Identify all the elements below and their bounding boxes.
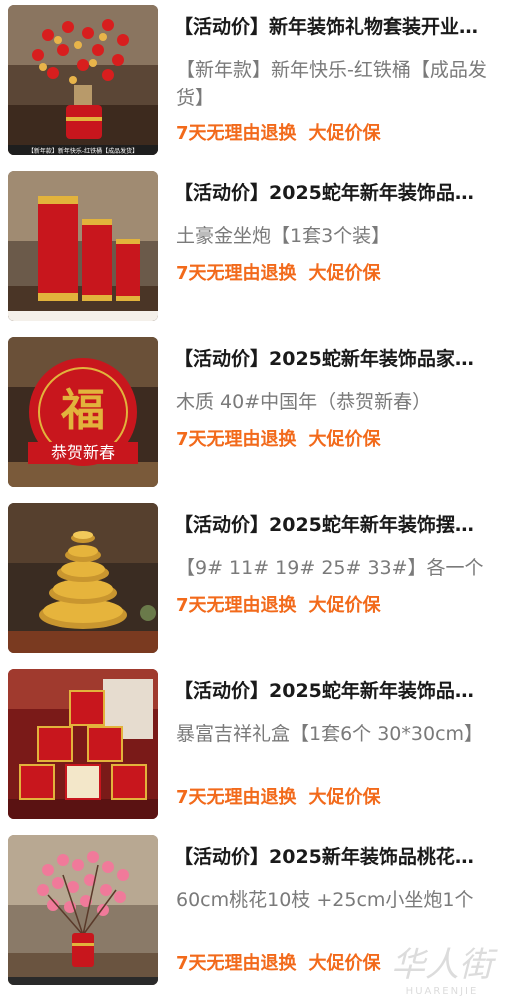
product-image[interactable] [8, 503, 158, 653]
product-title[interactable]: 【活动价】2025蛇新年装饰品家… [174, 346, 508, 372]
product-title[interactable]: 【活动价】2025蛇年新年装饰品… [174, 678, 508, 704]
service-tags: 7天无理由退换 大促价保 [176, 786, 393, 810]
product-spec: 土豪金坐炮【1套3个装】 [176, 225, 391, 247]
return-policy-tag: 7天无理由退换 [176, 595, 297, 616]
service-tags: 7天无理由退换 大促价保 [176, 594, 393, 618]
product-image[interactable] [8, 669, 158, 819]
price-protect-tag: 大促价保 [308, 429, 381, 450]
image-greeting: 恭贺新春 [51, 443, 115, 462]
product-title[interactable]: 【活动价】2025蛇年新年装饰品… [174, 180, 508, 206]
product-image[interactable]: 【新年款】新年快乐-红铁桶【成品发货】 [8, 5, 158, 155]
price-protect-tag: 大促价保 [308, 263, 381, 284]
product-image[interactable]: 福 恭贺新春 [8, 337, 158, 487]
product-card[interactable]: 【新年款】新年快乐-红铁桶【成品发货】 【活动价】新年装饰礼物套装开业… 【新年… [0, 0, 513, 166]
service-tags: 7天无理由退换 大促价保 [176, 122, 393, 146]
product-card[interactable]: 【活动价】2025蛇年新年装饰摆… 【9# 11# 19# 25# 33#】各一… [0, 498, 513, 664]
product-card[interactable]: 【活动价】2025新年装饰品桃花… 60cm桃花10枝 +25cm小坐炮1个 7… [0, 830, 513, 996]
service-tags: 7天无理由退换 大促价保 [176, 428, 393, 452]
image-fu-character: 福 [60, 385, 105, 436]
product-title[interactable]: 【活动价】2025蛇年新年装饰摆… [174, 512, 508, 538]
product-spec: 【新年款】新年快乐-红铁桶【成品发货】 [176, 59, 487, 109]
product-title[interactable]: 【活动价】2025新年装饰品桃花… [174, 844, 508, 870]
service-tags: 7天无理由退换 大促价保 [176, 952, 393, 976]
product-spec: 木质 40#中国年（恭贺新春） [176, 391, 432, 413]
price-protect-tag: 大促价保 [308, 595, 381, 616]
price-protect-tag: 大促价保 [308, 953, 381, 974]
product-list: 【新年款】新年快乐-红铁桶【成品发货】 【活动价】新年装饰礼物套装开业… 【新年… [0, 0, 513, 1000]
price-protect-tag: 大促价保 [308, 123, 381, 144]
product-card[interactable]: 福 恭贺新春 【活动价】2025蛇新年装饰品家… 木质 40#中国年（恭贺新春）… [0, 332, 513, 498]
product-spec: 【9# 11# 19# 25# 33#】各一个 [176, 557, 484, 579]
return-policy-tag: 7天无理由退换 [176, 263, 297, 284]
product-card[interactable]: 【活动价】2025蛇年新年装饰品… 土豪金坐炮【1套3个装】 7天无理由退换 大促… [0, 166, 513, 332]
product-spec: 暴富吉祥礼盒【1套6个 30*30cm】 [176, 723, 484, 745]
product-image[interactable] [8, 171, 158, 321]
product-card[interactable]: 【活动价】2025蛇年新年装饰品… 暴富吉祥礼盒【1套6个 30*30cm】 7… [0, 664, 513, 830]
price-protect-tag: 大促价保 [308, 787, 381, 808]
return-policy-tag: 7天无理由退换 [176, 953, 297, 974]
product-title[interactable]: 【活动价】新年装饰礼物套装开业… [174, 14, 508, 40]
image-caption: 【新年款】新年快乐-红铁桶【成品发货】 [28, 147, 138, 155]
return-policy-tag: 7天无理由退换 [176, 787, 297, 808]
product-image[interactable] [8, 835, 158, 985]
service-tags: 7天无理由退换 大促价保 [176, 262, 393, 286]
return-policy-tag: 7天无理由退换 [176, 429, 297, 450]
return-policy-tag: 7天无理由退换 [176, 123, 297, 144]
product-spec: 60cm桃花10枝 +25cm小坐炮1个 [176, 889, 474, 911]
